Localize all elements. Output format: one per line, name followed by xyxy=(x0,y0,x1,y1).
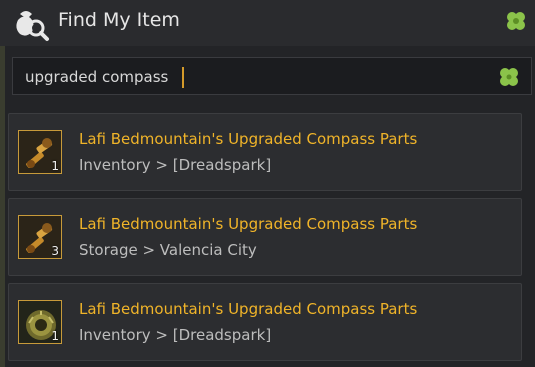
item-location: Storage > Valencia City xyxy=(79,241,257,259)
item-name: Lafi Bedmountain's Upgraded Compass Part… xyxy=(79,300,418,318)
item-quantity: 3 xyxy=(51,244,59,258)
item-location: Inventory > [Dreadspark] xyxy=(79,326,272,344)
item-slot[interactable]: 1 xyxy=(18,300,62,344)
item-slot[interactable]: 3 xyxy=(18,215,62,259)
window-title: Find My Item xyxy=(58,9,180,31)
item-name: Lafi Bedmountain's Upgraded Compass Part… xyxy=(79,215,418,233)
search-input[interactable] xyxy=(23,64,487,90)
clover-icon[interactable] xyxy=(497,65,521,89)
item-slot[interactable]: 1 xyxy=(18,130,62,174)
search-box[interactable] xyxy=(12,57,532,95)
item-location: Inventory > [Dreadspark] xyxy=(79,156,272,174)
money-bag-magnifier-icon xyxy=(16,11,49,41)
result-item[interactable]: 3 Lafi Bedmountain's Upgraded Compass Pa… xyxy=(8,198,522,276)
window-left-edge xyxy=(0,0,5,367)
item-quantity: 1 xyxy=(51,329,59,343)
clover-icon[interactable] xyxy=(503,8,529,34)
find-my-item-window: Find My Item 1 Lafi Bedmountain's U xyxy=(0,0,535,367)
item-quantity: 1 xyxy=(51,159,59,173)
window-header: Find My Item xyxy=(0,0,535,46)
result-item[interactable]: 1 Lafi Bedmountain's Upgraded Compass Pa… xyxy=(8,283,522,361)
text-caret xyxy=(182,67,184,88)
item-name: Lafi Bedmountain's Upgraded Compass Part… xyxy=(79,130,418,148)
result-item[interactable]: 1 Lafi Bedmountain's Upgraded Compass Pa… xyxy=(8,113,522,191)
